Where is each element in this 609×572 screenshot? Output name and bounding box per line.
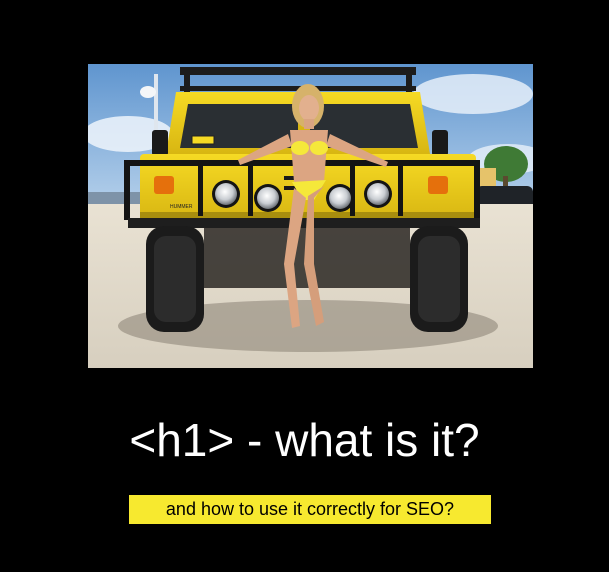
headline: <h1> - what is it? bbox=[129, 414, 480, 466]
turn-signal-left bbox=[154, 176, 174, 194]
vehicle-badge: HUMMER bbox=[170, 204, 193, 210]
hero-photo: HUMMER bbox=[88, 64, 533, 368]
mirror-left bbox=[152, 130, 168, 156]
roof-rack bbox=[180, 67, 416, 75]
hummer-beach-illustration: HUMMER bbox=[88, 64, 533, 368]
subtitle-banner: and how to use it correctly for SEO? bbox=[129, 495, 491, 524]
poster: HUMMER <h1> - what is it? and how to use… bbox=[0, 0, 609, 572]
vehicle-badge-plate bbox=[191, 135, 215, 145]
turn-signal-right bbox=[428, 176, 448, 194]
lamp-head bbox=[140, 86, 156, 98]
cloud bbox=[413, 74, 533, 114]
mirror-right bbox=[432, 130, 448, 156]
